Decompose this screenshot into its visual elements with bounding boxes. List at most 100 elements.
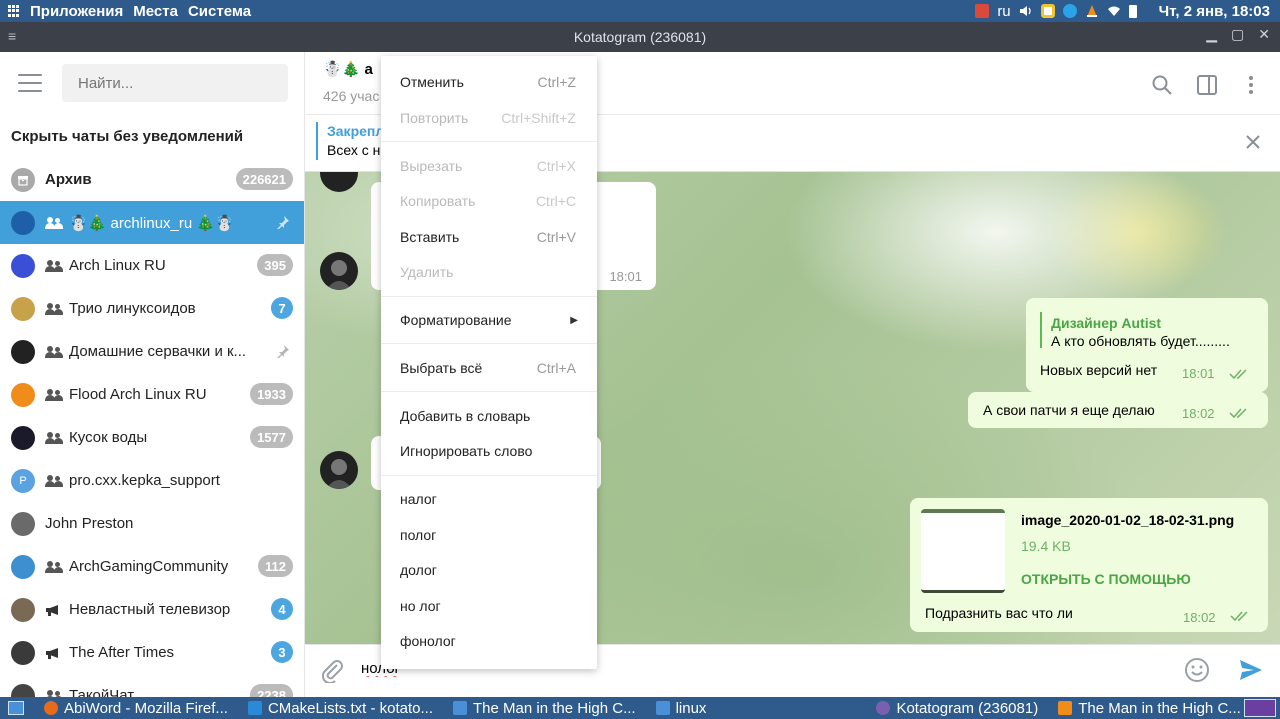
attach-icon[interactable]	[320, 657, 344, 683]
message-text: Новых версий нет	[1040, 362, 1158, 378]
menu-applications[interactable]: Приложения	[30, 3, 123, 20]
taskbar-item[interactable]: CMakeLists.txt - kotato...	[238, 697, 443, 719]
folder-icon	[655, 701, 670, 715]
chat-row[interactable]: John Preston	[0, 502, 304, 545]
message-time: 18:02	[1183, 610, 1216, 625]
window-menu-icon[interactable]: ≡	[8, 28, 16, 44]
vlc-tray-icon[interactable]	[1085, 4, 1099, 18]
close-window-icon[interactable]: ✕	[1258, 26, 1270, 43]
group-icon	[45, 388, 63, 401]
menu-undo[interactable]: Отменить Ctrl+Z	[381, 65, 597, 99]
taskbar-item[interactable]: Kotatogram (236081)	[866, 697, 1048, 719]
chat-title[interactable]: ☃️🎄 a	[323, 60, 373, 78]
volume-icon[interactable]	[1019, 4, 1033, 18]
unread-count-badge: 7	[271, 297, 293, 319]
read-checks-icon	[1229, 408, 1247, 419]
unread-count-badge: 1577	[250, 426, 293, 448]
outgoing-file-message[interactable]: image_2020-01-02_18-02-31.png 19.4 KB ОТ…	[910, 498, 1268, 632]
chat-row[interactable]: Трио линуксоидов 7	[0, 287, 304, 330]
taskbar-item[interactable]: The Man in the High C...	[443, 697, 646, 719]
outgoing-message[interactable]: А свои патчи я еще делаю 18:02	[968, 392, 1268, 428]
file-thumbnail[interactable]	[921, 509, 1005, 593]
minimize-icon[interactable]: ▁	[1206, 26, 1217, 43]
emoji-icon[interactable]	[1184, 657, 1210, 683]
chat-row[interactable]: Flood Arch Linux RU 1933	[0, 373, 304, 416]
unread-count-badge: 395	[257, 254, 293, 276]
chat-avatar	[11, 382, 35, 407]
chat-row[interactable]: ArchGamingCommunity 112	[0, 545, 304, 588]
sidebar-toggle-icon[interactable]	[1196, 74, 1218, 96]
search-input[interactable]	[62, 64, 288, 102]
chat-row[interactable]: ☃️🎄 archlinux_ru 🎄☃️	[0, 201, 304, 244]
workspace-switcher[interactable]	[1244, 699, 1276, 717]
taskbar-item-label: The Man in the High C...	[1078, 699, 1241, 717]
submenu-arrow-icon: ▶	[570, 314, 578, 326]
chat-avatar	[11, 640, 35, 665]
chat-row[interactable]: Невластный телевизор 4	[0, 588, 304, 631]
menu-suggestion[interactable]: долог	[381, 553, 597, 587]
chat-row[interactable]: Ppro.cxx.kepka_support	[0, 459, 304, 502]
menu-select-all[interactable]: Выбрать всё Ctrl+A	[381, 351, 597, 385]
file-size: 19.4 KB	[1021, 538, 1071, 554]
vlc-icon	[1058, 701, 1073, 715]
chat-row[interactable]: Домашние сервачки и к...	[0, 330, 304, 373]
menu-suggestion[interactable]: но лог	[381, 589, 597, 623]
chat-avatar	[11, 683, 35, 697]
window-titlebar[interactable]: ≡ Kotatogram (236081) ▁ ▢ ✕	[0, 22, 1280, 52]
menu-cut: Вырезать Ctrl+X	[400, 158, 576, 174]
group-icon	[45, 216, 63, 229]
unread-count-badge: 3	[271, 641, 293, 663]
outgoing-message-reply[interactable]: Дизайнер Autist А кто обновлять будет...…	[1026, 298, 1268, 392]
chat-row[interactable]: ТакойЧат 2238	[0, 674, 304, 697]
menu-system[interactable]: Система	[188, 3, 251, 20]
chat-list-sidebar: Скрыть чаты без уведомлений Архив 226621…	[0, 52, 305, 697]
window-title: Kotatogram (236081)	[573, 29, 707, 45]
firefox-icon	[44, 701, 58, 715]
battery-icon[interactable]	[1128, 4, 1137, 18]
chat-name: Arch Linux RU	[69, 257, 166, 274]
send-icon[interactable]	[1238, 657, 1264, 683]
archive-row[interactable]: Архив 226621	[0, 158, 304, 201]
menu-suggestion[interactable]: полог	[381, 518, 597, 552]
taskbar-item[interactable]: AbiWord - Mozilla Firef...	[34, 697, 238, 719]
taskbar-item[interactable]: linux	[646, 697, 717, 719]
hamburger-menu-icon[interactable]	[18, 74, 42, 92]
keyboard-layout-indicator[interactable]: ru	[997, 3, 1010, 20]
maximize-icon[interactable]: ▢	[1231, 26, 1244, 43]
open-with-link[interactable]: ОТКРЫТЬ С ПОМОЩЬЮ	[1021, 571, 1191, 587]
chat-row[interactable]: Кусок воды 1577	[0, 416, 304, 459]
user-avatar[interactable]	[320, 172, 358, 192]
apps-grid-icon[interactable]	[8, 5, 20, 17]
menu-suggestion[interactable]: налог	[381, 482, 597, 516]
channel-megaphone-icon	[46, 647, 58, 659]
search-icon[interactable]	[1151, 74, 1173, 96]
menu-places[interactable]: Места	[133, 3, 178, 20]
chat-name: ☃️🎄 archlinux_ru 🎄☃️	[69, 214, 234, 232]
app-tray-icon[interactable]	[1040, 4, 1055, 18]
user-avatar[interactable]	[320, 252, 358, 290]
mail-tray-icon[interactable]	[975, 4, 990, 18]
clock[interactable]: Чт, 2 янв, 18:03	[1159, 3, 1270, 20]
telegram-tray-icon[interactable]	[1062, 4, 1077, 18]
read-checks-icon	[1229, 369, 1247, 380]
chat-row[interactable]: The After Times 3	[0, 631, 304, 674]
menu-add-to-dictionary[interactable]: Добавить в словарь	[381, 399, 597, 433]
menu-suggestion[interactable]: фонолог	[381, 624, 597, 658]
user-avatar[interactable]	[320, 451, 358, 489]
group-icon	[45, 345, 63, 358]
menu-redo: Повторить Ctrl+Shift+Z	[400, 110, 576, 126]
menu-separator	[381, 475, 597, 476]
menu-separator	[381, 141, 597, 142]
close-pinned-icon[interactable]	[1244, 133, 1262, 151]
show-desktop-icon[interactable]	[8, 701, 24, 715]
chat-row[interactable]: Arch Linux RU 395	[0, 244, 304, 287]
wifi-icon[interactable]	[1107, 4, 1121, 18]
chat-name: Трио линуксоидов	[69, 300, 196, 317]
message-time: 18:02	[1182, 406, 1215, 421]
hide-muted-chats-toggle[interactable]: Скрыть чаты без уведомлений	[0, 114, 304, 158]
menu-ignore-word[interactable]: Игнорировать слово	[381, 434, 597, 468]
more-options-icon[interactable]	[1240, 74, 1262, 96]
menu-paste[interactable]: Вставить Ctrl+V	[381, 220, 597, 254]
taskbar-item[interactable]: The Man in the High C...	[1048, 697, 1251, 719]
menu-formatting[interactable]: Форматирование ▶	[381, 303, 597, 337]
